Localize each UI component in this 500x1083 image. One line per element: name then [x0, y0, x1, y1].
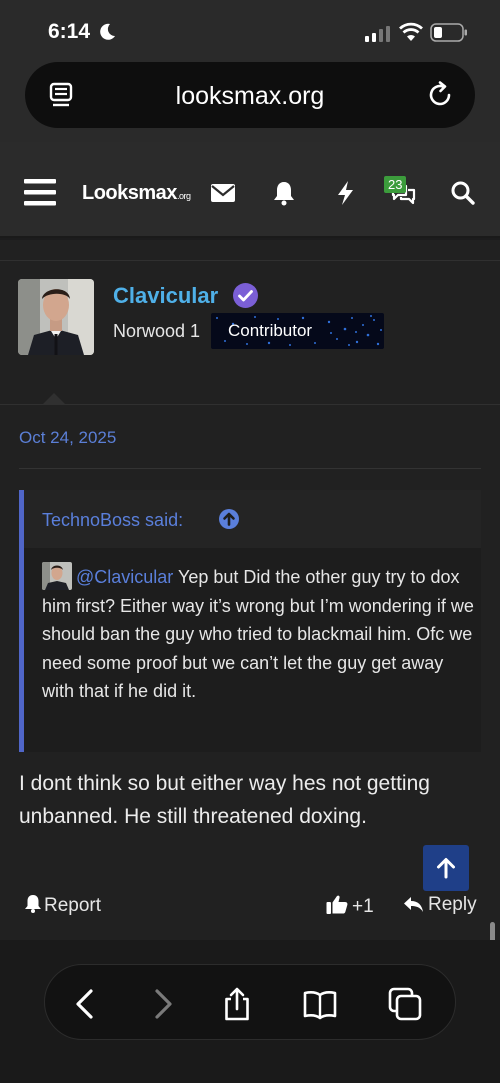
- scroll-to-top-button[interactable]: [423, 845, 469, 891]
- quote-body: @Clavicular Yep but Did the other guy tr…: [42, 562, 474, 706]
- status-time: 6:14: [48, 20, 91, 43]
- arrow-up-icon: [437, 858, 455, 879]
- reload-icon[interactable]: [427, 81, 455, 109]
- quote-text: Yep but Did the other guy try to dox him…: [42, 567, 474, 701]
- reply-icon: [404, 897, 423, 912]
- share-icon[interactable]: [220, 987, 254, 1021]
- quote-block: TechnoBoss said: @Clavicular Yep but Did…: [19, 490, 481, 752]
- verified-badge-icon: [233, 283, 258, 308]
- mention-link[interactable]: @Clavicular: [76, 567, 173, 587]
- mention-avatar: [42, 562, 72, 590]
- reply-button[interactable]: Reply: [403, 894, 477, 916]
- menu-icon[interactable]: [24, 178, 56, 206]
- address-bar[interactable]: looksmax.org: [25, 62, 475, 128]
- bolt-icon[interactable]: [333, 180, 359, 206]
- arrow-up-circle-icon[interactable]: [218, 508, 240, 530]
- browser-top: looksmax.org: [0, 62, 500, 142]
- divider: [0, 260, 500, 261]
- user-banner: Contributor: [211, 313, 384, 349]
- logo-suffix: .org: [176, 191, 191, 201]
- logo-main: Looksmax: [82, 182, 177, 204]
- status-bar: 6:14: [0, 0, 500, 62]
- wifi-icon: [399, 22, 423, 41]
- report-label: Report: [44, 895, 102, 916]
- reply-label: Reply: [428, 894, 477, 915]
- user-title: Norwood 1: [113, 321, 201, 341]
- back-icon[interactable]: [69, 987, 103, 1021]
- like-button[interactable]: +1: [326, 894, 374, 918]
- browser-toolbar: [0, 940, 500, 1083]
- post: Clavicular Norwood 1 Contributor Oct 24,…: [0, 240, 500, 976]
- divider: [19, 468, 481, 469]
- avatar[interactable]: [18, 279, 94, 355]
- url-text[interactable]: looksmax.org: [25, 82, 475, 111]
- conversations-badge[interactable]: 23: [384, 176, 407, 193]
- tabs-icon[interactable]: [388, 987, 422, 1021]
- quote-author[interactable]: TechnoBoss said:: [42, 510, 183, 531]
- avatar-image: [18, 279, 94, 355]
- signal-icon: [365, 26, 390, 42]
- username[interactable]: Clavicular: [113, 283, 218, 309]
- moon-icon: [100, 23, 115, 40]
- bell-icon[interactable]: [271, 180, 297, 206]
- toolbar-pill: [44, 964, 456, 1040]
- battery-icon: [430, 23, 467, 42]
- post-body: I dont think so but either way hes not g…: [19, 772, 430, 828]
- user-banner-text: Contributor: [228, 321, 313, 340]
- site-logo[interactable]: Looksmax.org: [82, 182, 191, 205]
- report-button[interactable]: Report: [24, 894, 101, 917]
- thumbs-up-icon: [326, 895, 348, 914]
- quote-header: TechnoBoss said:: [24, 490, 481, 548]
- like-count: +1: [352, 896, 374, 917]
- mail-icon[interactable]: [210, 180, 236, 206]
- divider: [0, 404, 500, 405]
- bell-icon: [25, 895, 41, 913]
- site-nav: Looksmax.org 23: [0, 142, 500, 238]
- bookmarks-icon[interactable]: [303, 987, 337, 1021]
- search-icon[interactable]: [450, 180, 476, 206]
- post-date[interactable]: Oct 24, 2025: [19, 428, 116, 448]
- forward-icon[interactable]: [145, 987, 179, 1021]
